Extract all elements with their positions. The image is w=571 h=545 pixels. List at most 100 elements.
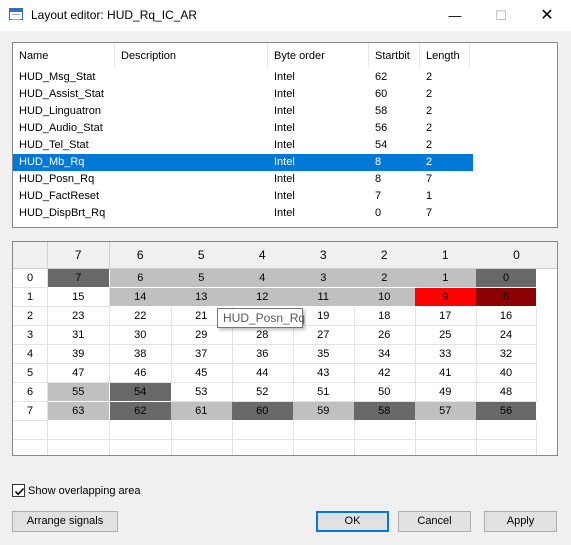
bit-cell[interactable]: 22 [110, 307, 172, 326]
bit-cell[interactable]: 43 [293, 364, 355, 383]
signal-list[interactable]: Name Description Byte order Startbit Len… [12, 42, 558, 228]
bit-cell[interactable]: 24 [476, 326, 537, 345]
signal-length-cell: 2 [426, 122, 433, 134]
apply-button[interactable]: Apply [484, 511, 557, 532]
bit-cell[interactable]: 1 [415, 269, 477, 288]
bit-cell[interactable]: 30 [110, 326, 172, 345]
column-header-byte-order[interactable]: Byte order [268, 43, 369, 67]
signal-row[interactable]: HUD_Assist_Stat Intel 60 2 [13, 86, 473, 103]
bit-cell[interactable]: 0 [476, 269, 537, 288]
bit-cell[interactable]: 36 [232, 345, 294, 364]
bit-cell[interactable]: 18 [354, 307, 416, 326]
bit-cell[interactable]: 40 [476, 364, 537, 383]
column-header-startbit[interactable]: Startbit [369, 43, 420, 67]
bit-cell[interactable]: 29 [171, 326, 233, 345]
signal-row[interactable]: HUD_Msg_Stat Intel 62 2 [13, 69, 473, 86]
bit-cell[interactable]: 50 [354, 383, 416, 402]
bit-cell[interactable]: 58 [354, 402, 416, 421]
signal-startbit-cell: 8 [375, 156, 382, 168]
signal-row[interactable]: HUD_Linguatron Intel 58 2 [13, 103, 473, 120]
bit-cell[interactable]: 42 [354, 364, 416, 383]
bit-cell[interactable]: 37 [171, 345, 233, 364]
bit-cell[interactable]: 26 [354, 326, 416, 345]
bit-cell[interactable]: 8 [476, 288, 537, 307]
minimize-button[interactable]: — [432, 0, 478, 31]
bit-cell[interactable]: 44 [232, 364, 294, 383]
signal-name-cell: HUD_Msg_Stat [19, 71, 96, 83]
grid-column-header: 3 [293, 242, 355, 269]
arrange-signals-button[interactable]: Arrange signals [12, 511, 118, 532]
signal-startbit-cell: 54 [375, 139, 388, 151]
bit-cell[interactable]: 59 [293, 402, 355, 421]
signal-startbit-cell: 8 [375, 173, 382, 185]
column-header-name[interactable]: Name [13, 43, 115, 67]
bit-cell[interactable]: 23 [48, 307, 110, 326]
cancel-button[interactable]: Cancel [398, 511, 471, 532]
bit-layout-grid[interactable]: 7654321007654321011514131211109822322212… [12, 241, 558, 456]
bit-cell[interactable]: 62 [110, 402, 172, 421]
close-button[interactable]: ✕ [524, 0, 570, 31]
ok-button[interactable]: OK [316, 511, 389, 532]
column-header-length[interactable]: Length [420, 43, 470, 67]
bit-cell[interactable]: 13 [171, 288, 233, 307]
bit-cell[interactable]: 52 [232, 383, 294, 402]
bit-cell[interactable]: 46 [110, 364, 172, 383]
bit-cell[interactable]: 53 [171, 383, 233, 402]
bit-cell[interactable]: 32 [476, 345, 537, 364]
bit-cell[interactable]: 61 [171, 402, 233, 421]
bit-cell[interactable]: 27 [293, 326, 355, 345]
bit-cell[interactable]: 5 [171, 269, 233, 288]
bit-cell[interactable]: 54 [110, 383, 172, 402]
bit-cell[interactable]: 12 [232, 288, 294, 307]
bit-cell[interactable]: 2 [354, 269, 416, 288]
bit-cell[interactable]: 16 [476, 307, 537, 326]
bit-cell[interactable]: 3 [293, 269, 355, 288]
bit-cell[interactable]: 41 [415, 364, 477, 383]
bit-cell[interactable]: 28 [232, 326, 294, 345]
signal-length-cell: 7 [426, 207, 433, 219]
checkbox-box[interactable] [12, 484, 25, 497]
bit-cell[interactable]: 35 [293, 345, 355, 364]
grid-empty-cell [293, 440, 355, 455]
signal-row[interactable]: HUD_DispBrt_Rq Intel 0 7 [13, 205, 473, 222]
bit-cell[interactable]: 60 [232, 402, 294, 421]
bit-cell[interactable]: 49 [415, 383, 477, 402]
bit-cell[interactable]: 63 [48, 402, 110, 421]
checkmark-icon [14, 487, 25, 496]
signal-name-cell: HUD_Linguatron [19, 105, 101, 117]
bit-cell[interactable]: 39 [48, 345, 110, 364]
signal-row[interactable]: HUD_Posn_Rq Intel 8 7 [13, 171, 473, 188]
bit-cell[interactable]: 4 [232, 269, 294, 288]
bit-cell[interactable]: 48 [476, 383, 537, 402]
column-header-description[interactable]: Description [115, 43, 268, 67]
signal-row[interactable]: HUD_Audio_Stat Intel 56 2 [13, 120, 473, 137]
window-app-icon [9, 8, 23, 20]
bit-cell[interactable]: 45 [171, 364, 233, 383]
grid-row-header: 2 [13, 307, 48, 326]
bit-cell[interactable]: 15 [48, 288, 110, 307]
bit-cell[interactable]: 38 [110, 345, 172, 364]
signal-row[interactable]: HUD_Tel_Stat Intel 54 2 [13, 137, 473, 154]
bit-cell[interactable]: 47 [48, 364, 110, 383]
signal-row[interactable]: HUD_Mb_Rq Intel 8 2 [13, 154, 473, 171]
signal-byte-order-cell: Intel [274, 156, 295, 168]
bit-cell[interactable]: 34 [354, 345, 416, 364]
bit-cell[interactable]: 31 [48, 326, 110, 345]
bit-cell[interactable]: 14 [110, 288, 172, 307]
bit-cell[interactable]: 11 [293, 288, 355, 307]
bit-cell[interactable]: 55 [48, 383, 110, 402]
bit-cell[interactable]: 57 [415, 402, 477, 421]
bit-cell[interactable]: 56 [476, 402, 537, 421]
bit-cell[interactable]: 25 [415, 326, 477, 345]
bit-cell[interactable]: 51 [293, 383, 355, 402]
grid-empty-cell [415, 421, 477, 440]
bit-cell[interactable]: 6 [110, 269, 172, 288]
signal-length-cell: 2 [426, 71, 433, 83]
bit-cell[interactable]: 7 [48, 269, 110, 288]
maximize-button[interactable]: ☐ [478, 0, 524, 31]
signal-row[interactable]: HUD_FactReset Intel 7 1 [13, 188, 473, 205]
bit-cell[interactable]: 9 [415, 288, 477, 307]
bit-cell[interactable]: 33 [415, 345, 477, 364]
bit-cell[interactable]: 17 [415, 307, 477, 326]
bit-cell[interactable]: 10 [354, 288, 416, 307]
